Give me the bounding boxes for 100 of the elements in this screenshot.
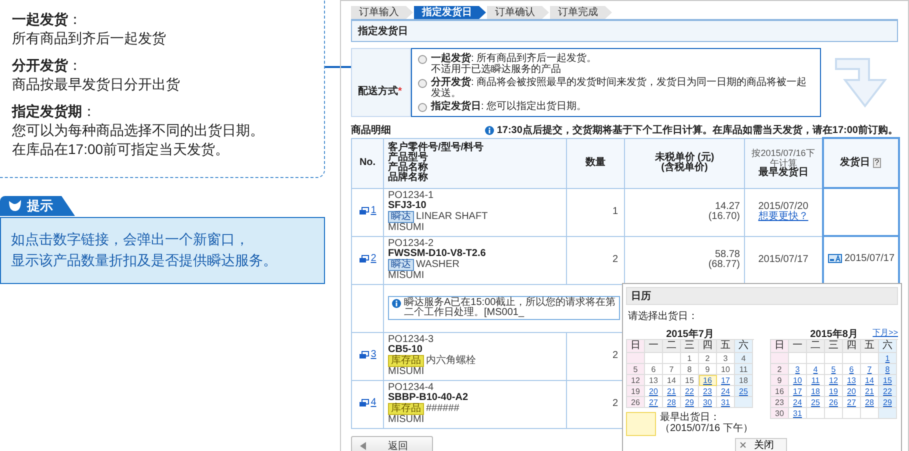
calendar-day[interactable]: 27 — [645, 397, 663, 408]
close-icon — [740, 442, 746, 448]
product-link[interactable]: 3 — [358, 350, 376, 360]
model-number: SBBP-B10-40-A2 — [388, 393, 470, 403]
brand-name: MISUMI — [388, 271, 426, 281]
product-tag: 瞬达 — [388, 259, 414, 271]
help-button[interactable]: ? — [872, 158, 882, 168]
weekday-header: 三 — [825, 340, 843, 353]
calendar-day[interactable]: 16 — [699, 375, 717, 386]
header-label: 最早发货日 — [758, 167, 808, 178]
empty-day-cell — [735, 397, 753, 408]
next-month-link[interactable]: 下月>> — [872, 327, 898, 338]
header-label: 数量 — [586, 157, 606, 168]
calendar-icon[interactable] — [828, 254, 842, 264]
option-text: 一起发货: 所有商品到齐后一起发货。 — [431, 53, 597, 64]
unit-price: 58.78 — [714, 250, 740, 260]
product-link[interactable]: 1 — [358, 206, 376, 216]
calendar-day[interactable]: 17 — [789, 386, 807, 397]
calendar-day[interactable]: 29 — [879, 397, 897, 408]
calendar-day: 8 — [681, 364, 699, 375]
calendar-day[interactable]: 12 — [825, 375, 843, 386]
weekday-header: 五 — [861, 340, 879, 353]
calendar-day: 5 — [627, 364, 645, 375]
calendar-day[interactable]: 1 — [879, 353, 897, 364]
calendar-day[interactable]: 31 — [789, 408, 807, 419]
calendar-day[interactable]: 26 — [825, 397, 843, 408]
calendar-day[interactable]: 4 — [807, 364, 825, 375]
window-icon — [358, 207, 369, 215]
empty-day-cell — [879, 408, 897, 419]
calendar-day[interactable]: 30 — [699, 397, 717, 408]
header-label: No. — [359, 157, 376, 168]
calendar-day[interactable]: 20 — [645, 386, 663, 397]
calendar-day[interactable]: 15 — [879, 375, 897, 386]
brand-name: MISUMI — [388, 367, 426, 377]
calendar-day: 11 — [735, 364, 753, 375]
calendar-day[interactable]: 25 — [807, 397, 825, 408]
window-icon — [358, 399, 369, 407]
model-number: SFJ3-10 — [388, 201, 428, 211]
calendar-day[interactable]: 20 — [843, 386, 861, 397]
calendar-day: 9 — [771, 375, 789, 386]
unit-price: 14.27 — [714, 202, 740, 212]
weekday-header: 二 — [807, 340, 825, 353]
earliest-date: 2015/07/17 — [757, 255, 810, 265]
weekday-header: 二 — [663, 340, 681, 353]
empty-day-cell — [663, 353, 681, 364]
customer-part-number: PO1234-4 — [388, 383, 435, 393]
calendar-day[interactable]: 6 — [843, 364, 861, 375]
calendar-day[interactable]: 25 — [735, 386, 753, 397]
empty-day-cell — [825, 353, 843, 364]
weekday-header: 六 — [735, 340, 753, 353]
weekday-header: 一 — [789, 340, 807, 353]
calendar-day[interactable]: 5 — [825, 364, 843, 375]
back-button[interactable]: 返回 — [351, 436, 433, 451]
close-button[interactable]: 关闭 — [735, 438, 787, 451]
calendar-day[interactable]: 22 — [879, 386, 897, 397]
empty-day-cell — [807, 353, 825, 364]
tip-title: 提示 — [27, 197, 53, 215]
calendar-day[interactable]: 28 — [663, 397, 681, 408]
faster-link[interactable]: 想要更快？ — [758, 211, 808, 222]
calendar-day[interactable]: 27 — [843, 397, 861, 408]
calendar-day[interactable]: 18 — [807, 386, 825, 397]
header-note: 按2015/07/16下午计算 — [750, 148, 816, 168]
header-label: 发货日 — [840, 157, 870, 168]
calendar-day[interactable]: 10 — [789, 375, 807, 386]
product-link[interactable]: 4 — [358, 398, 376, 408]
weekday-header: 三 — [681, 340, 699, 353]
earliest-date: 2015/07/20 — [757, 202, 810, 212]
radio-button[interactable] — [418, 103, 427, 112]
brand-name: MISUMI — [388, 223, 426, 233]
calendar-day[interactable]: 24 — [789, 397, 807, 408]
weekday-header: 四 — [699, 340, 717, 353]
calendar-day[interactable]: 21 — [663, 386, 681, 397]
calendar-day: 30 — [771, 408, 789, 419]
radio-button[interactable] — [418, 79, 427, 88]
legend-swatch — [626, 412, 656, 436]
calendar-day: 6 — [645, 364, 663, 375]
calendar-day[interactable]: 23 — [699, 386, 717, 397]
calendar-day[interactable]: 22 — [681, 386, 699, 397]
calendar-day[interactable]: 3 — [789, 364, 807, 375]
term-label: 指定发货期： — [12, 102, 97, 121]
legend-label: 最早出货日： — [660, 412, 721, 423]
customer-part-number: PO1234-3 — [388, 335, 435, 345]
calendar-day[interactable]: 19 — [825, 386, 843, 397]
calendar-day[interactable]: 13 — [843, 375, 861, 386]
calendar-day: 7 — [663, 364, 681, 375]
legend-note: （2015/07/16 下午） — [660, 423, 753, 434]
calendar-day[interactable]: 29 — [681, 397, 699, 408]
alert-text: 瞬达服务A已在15:00截止，所以您的请求将在第二个工作日处理。[MS001_ — [404, 298, 616, 318]
weekday-header: 日 — [771, 340, 789, 353]
calendar-day[interactable]: 11 — [807, 375, 825, 386]
window-icon — [358, 351, 369, 359]
radio-button[interactable] — [418, 55, 427, 64]
tip-text: 显示该产品数量折扣及是否提供瞬达服务。 — [11, 251, 278, 270]
product-link[interactable]: 2 — [358, 254, 376, 264]
term-description: 在库品在17:00前可指定当天发货。 — [12, 140, 230, 159]
calendar-day[interactable]: 8 — [879, 364, 897, 375]
term-label: 分开发货： — [12, 56, 83, 75]
calendar-day: 18 — [735, 375, 753, 386]
header-label: 未税单价 (元) (含税单价) — [654, 152, 714, 173]
section-title: 指定发货日 — [351, 19, 898, 42]
